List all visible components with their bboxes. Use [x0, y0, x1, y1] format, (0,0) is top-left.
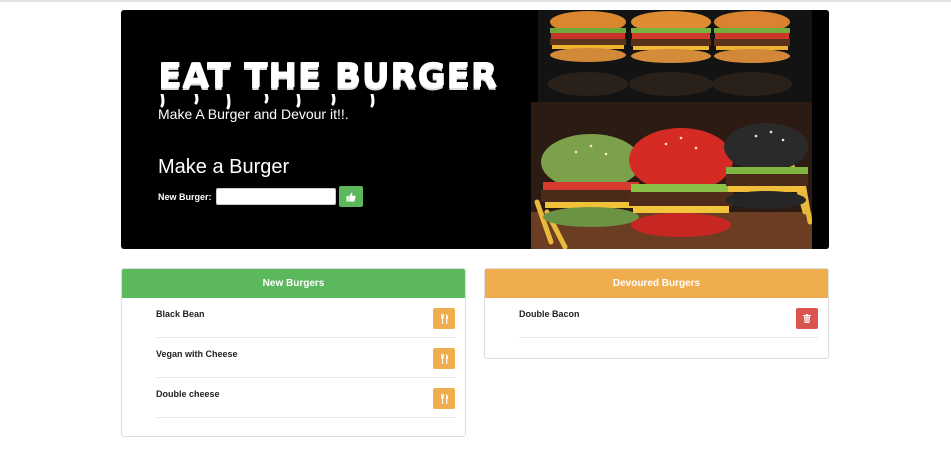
new-burger-input[interactable] — [215, 188, 336, 205]
devoured-burgers-list: Double Bacon — [485, 298, 828, 338]
burger-photo-top — [538, 10, 812, 102]
hero-jumbotron: EAT THE BURGER Make A Burger and Devour … — [121, 10, 829, 249]
trash-icon — [803, 314, 811, 323]
burger-name: Double Bacon — [519, 309, 580, 319]
devoured-burgers-panel: Devoured Burgers Double Bacon — [484, 268, 829, 359]
list-item: Vegan with Cheese — [156, 338, 455, 378]
burger-name: Double cheese — [156, 389, 220, 399]
delete-button[interactable] — [796, 308, 818, 329]
thumbs-up-icon — [346, 192, 356, 202]
new-burgers-heading: New Burgers — [122, 269, 465, 298]
new-burger-label: New Burger: — [158, 191, 212, 202]
burger-name: Vegan with Cheese — [156, 349, 238, 359]
hero-subtitle: Make A Burger and Devour it!!. — [158, 106, 349, 122]
page-title: EAT THE BURGER — [158, 56, 498, 96]
new-burgers-list: Black Bean Vegan with Cheese Double chee… — [122, 298, 465, 418]
top-divider — [0, 0, 951, 2]
burger-photo-bottom — [531, 102, 812, 249]
devour-button[interactable] — [433, 308, 455, 329]
list-item: Double cheese — [156, 378, 455, 418]
form-heading: Make a Burger — [158, 156, 290, 178]
submit-burger-button[interactable] — [338, 186, 363, 207]
new-burger-form: New Burger: — [158, 186, 363, 207]
devoured-burgers-heading: Devoured Burgers — [485, 269, 828, 298]
list-item: Black Bean — [156, 298, 455, 338]
list-item: Double Bacon — [519, 298, 818, 338]
devour-button[interactable] — [433, 388, 455, 409]
burger-name: Black Bean — [156, 309, 205, 319]
devour-button[interactable] — [433, 348, 455, 369]
fork-knife-icon — [440, 353, 448, 364]
hero-right-edge — [812, 10, 829, 249]
new-burgers-panel: New Burgers Black Bean Vegan with Cheese… — [121, 268, 466, 437]
fork-knife-icon — [440, 313, 448, 324]
fork-knife-icon — [440, 393, 448, 404]
